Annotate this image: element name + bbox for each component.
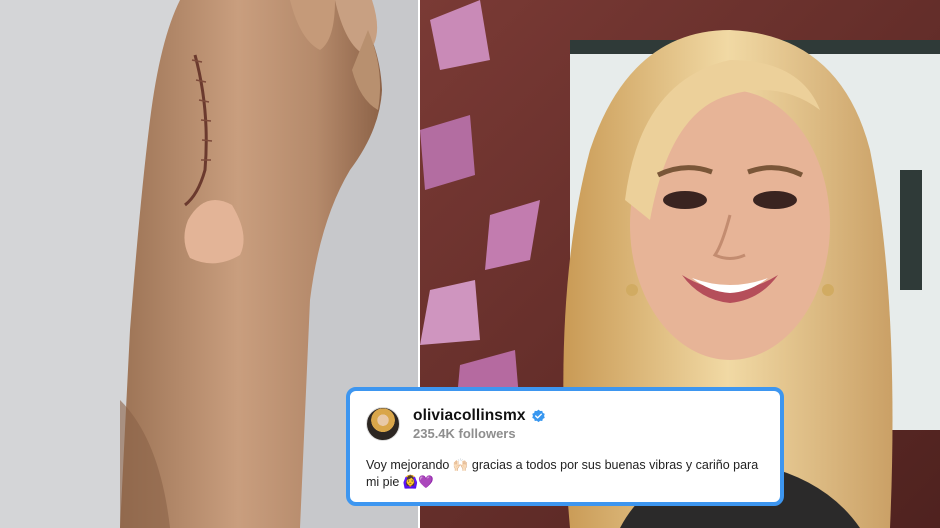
post-header: oliviacollinsmx 235.4K followers	[366, 405, 762, 443]
instagram-post-card: oliviacollinsmx 235.4K followers Voy mej…	[346, 387, 784, 506]
verified-badge-icon	[531, 409, 546, 424]
username-row: oliviacollinsmx	[413, 407, 546, 425]
account-info: oliviacollinsmx 235.4K followers	[413, 407, 546, 441]
avatar[interactable]	[366, 407, 400, 441]
post-caption: Voy mejorando 🙌🏻 gracias a todos por sus…	[366, 458, 759, 489]
username[interactable]: oliviacollinsmx	[413, 407, 526, 425]
follower-count: 235.4K followers	[413, 426, 516, 441]
